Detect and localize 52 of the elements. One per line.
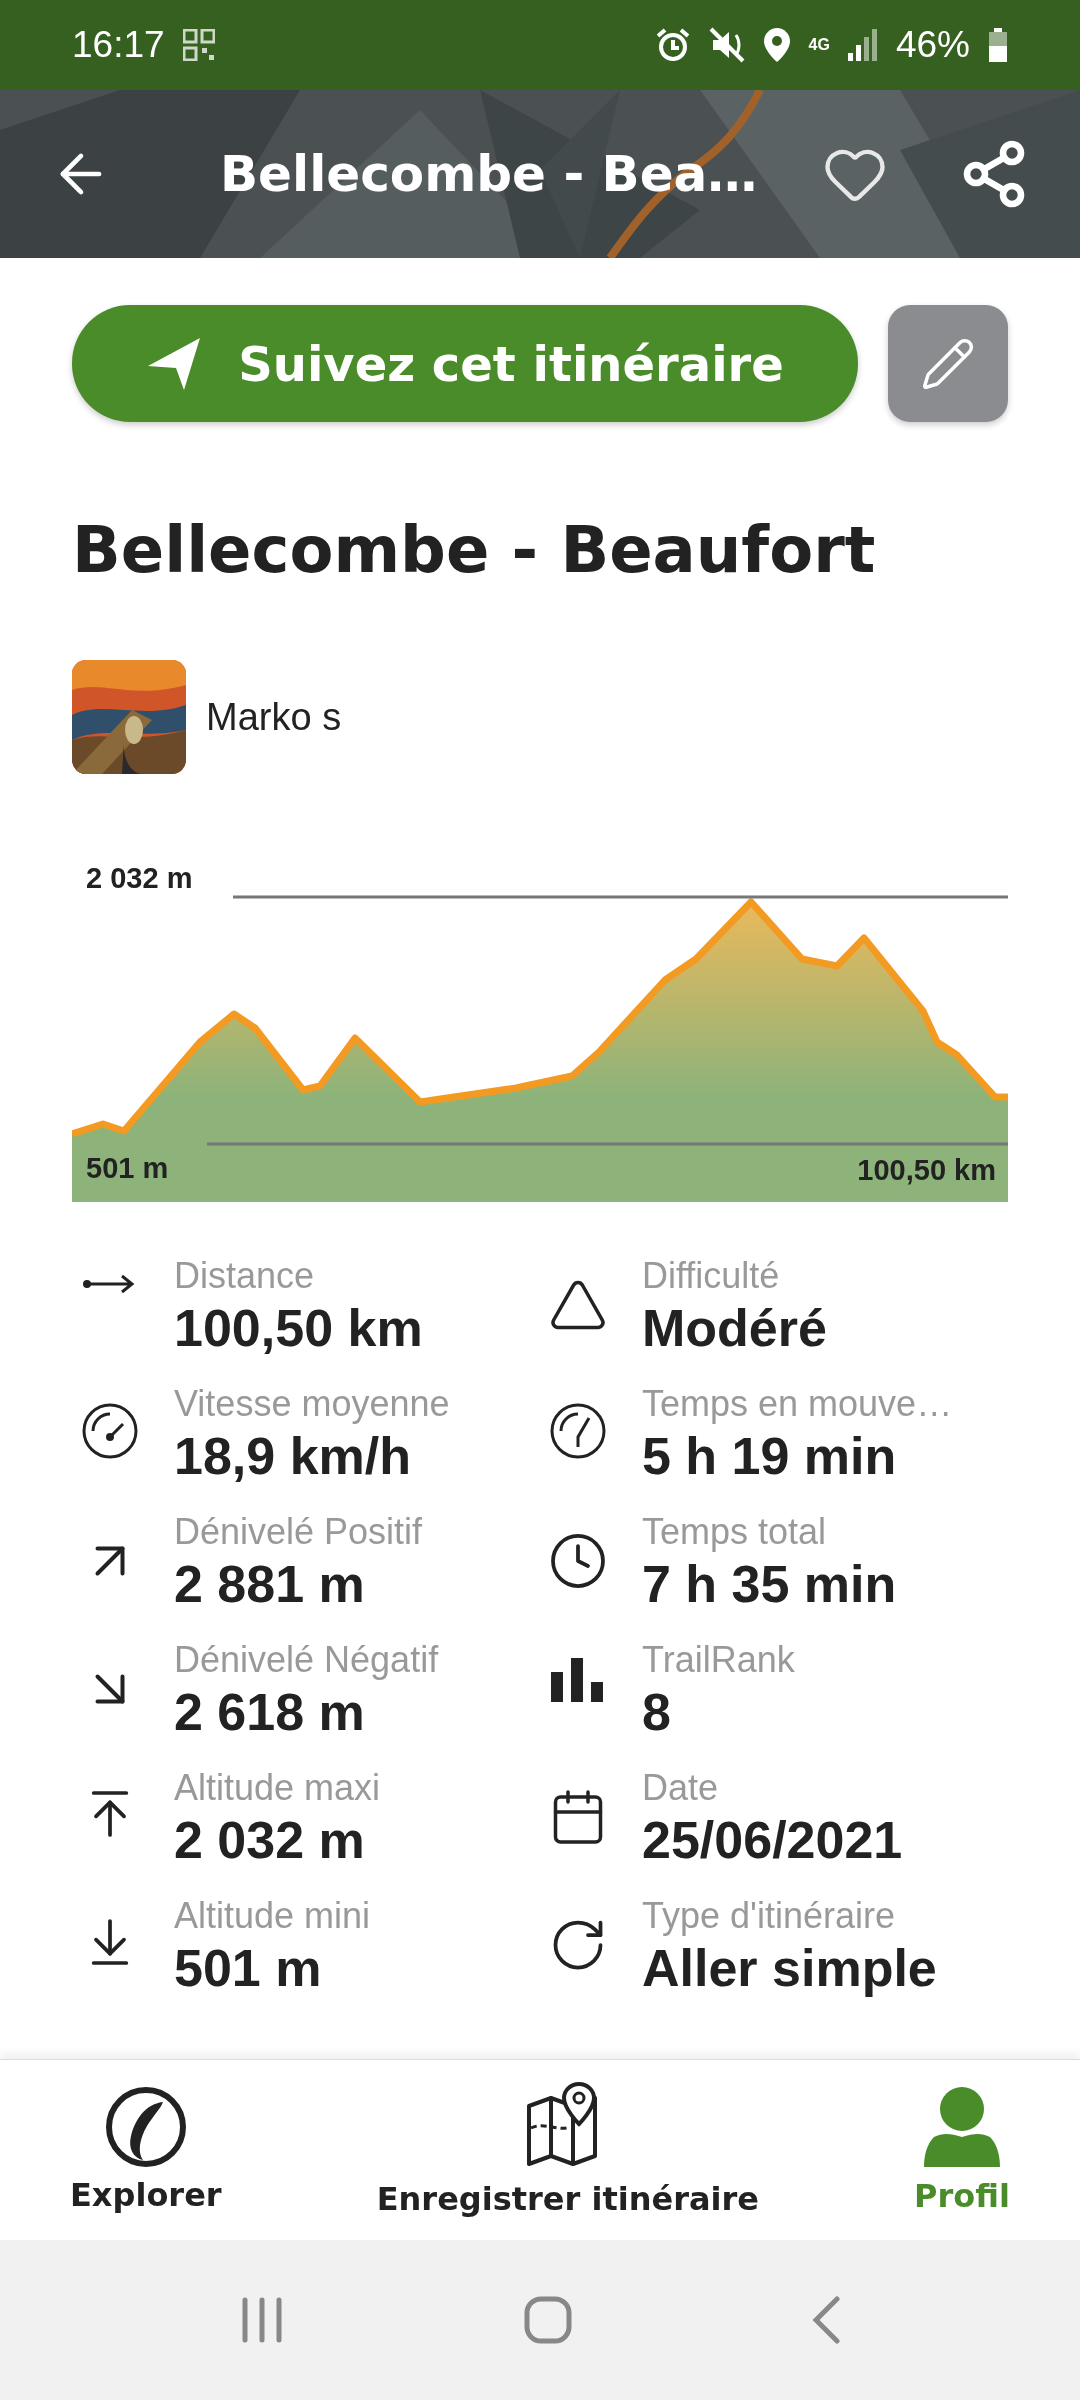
stat-value: 501 m <box>174 1938 323 1998</box>
status-time: 16:17 <box>72 24 165 66</box>
qr-code-icon <box>182 29 215 61</box>
stat-label: Temps total <box>642 1510 828 1554</box>
author-name[interactable]: Marko s <box>206 695 342 739</box>
stat-value: 100,50 km <box>174 1298 423 1358</box>
stat-value: 18,9 km/h <box>174 1426 413 1486</box>
speedometer-icon <box>81 1402 139 1460</box>
battery-icon <box>988 28 1008 62</box>
nav-tab[interactable]: Enregistrer itinéraire <box>376 2082 759 2218</box>
stat-value: Aller simple <box>642 1938 937 1998</box>
stat-value: 8 <box>642 1682 672 1742</box>
location-icon <box>762 27 791 63</box>
signal-icon <box>847 29 878 61</box>
navigation-arrow-icon <box>146 335 203 392</box>
route-title: Bellecombe - Beaufort <box>72 512 877 589</box>
min-elevation-label: 501 m <box>86 1154 169 1183</box>
stat-label: Difficulté <box>642 1254 781 1298</box>
stat-value: 5 h 19 min <box>642 1426 898 1486</box>
alarm-icon <box>654 27 691 63</box>
network-type: 4G <box>808 37 830 53</box>
speedometer-icon <box>549 1402 607 1460</box>
battery-percent: 46% <box>895 24 970 66</box>
stat-label: Vitesse moyenne <box>174 1382 450 1426</box>
stat-value: 2 618 m <box>174 1682 366 1742</box>
back-icon[interactable] <box>810 2296 841 2344</box>
stat-label: Type d'itinéraire <box>642 1894 896 1938</box>
bar-chart-icon <box>551 1658 605 1702</box>
nav-tab[interactable]: Explorer <box>70 2086 222 2214</box>
mute-icon <box>708 27 745 63</box>
max-elevation-label: 2 032 m <box>86 864 193 893</box>
stat-value: 2 881 m <box>174 1554 366 1614</box>
follow-route-button[interactable]: Suivez cet itinéraire <box>72 305 858 422</box>
stat-label: Dénivelé Négatif <box>174 1638 439 1682</box>
stat-label: Temps en mouve… <box>642 1382 953 1426</box>
nav-tab[interactable]: Profil <box>914 2085 1010 2215</box>
edit-button[interactable] <box>888 305 1008 422</box>
stat-label: Date <box>642 1766 720 1810</box>
stat-label: Altitude mini <box>174 1894 371 1938</box>
stat-label: Distance <box>174 1254 316 1298</box>
stat-value: Modéré <box>642 1298 827 1358</box>
stat-label: TrailRank <box>642 1638 795 1682</box>
distance-label: 100,50 km <box>857 1156 996 1185</box>
header-title: Bellecombe - Bea… <box>220 145 758 203</box>
home-icon[interactable] <box>524 2296 572 2344</box>
explorer-logo-icon <box>104 2086 187 2168</box>
stat-label: Altitude maxi <box>174 1766 381 1810</box>
stat-value: 25/06/2021 <box>642 1810 903 1870</box>
stat-value: 2 032 m <box>174 1810 366 1870</box>
stat-value: 7 h 35 min <box>642 1554 897 1614</box>
stat-label: Dénivelé Positif <box>174 1510 423 1554</box>
person-icon <box>924 2085 1001 2169</box>
